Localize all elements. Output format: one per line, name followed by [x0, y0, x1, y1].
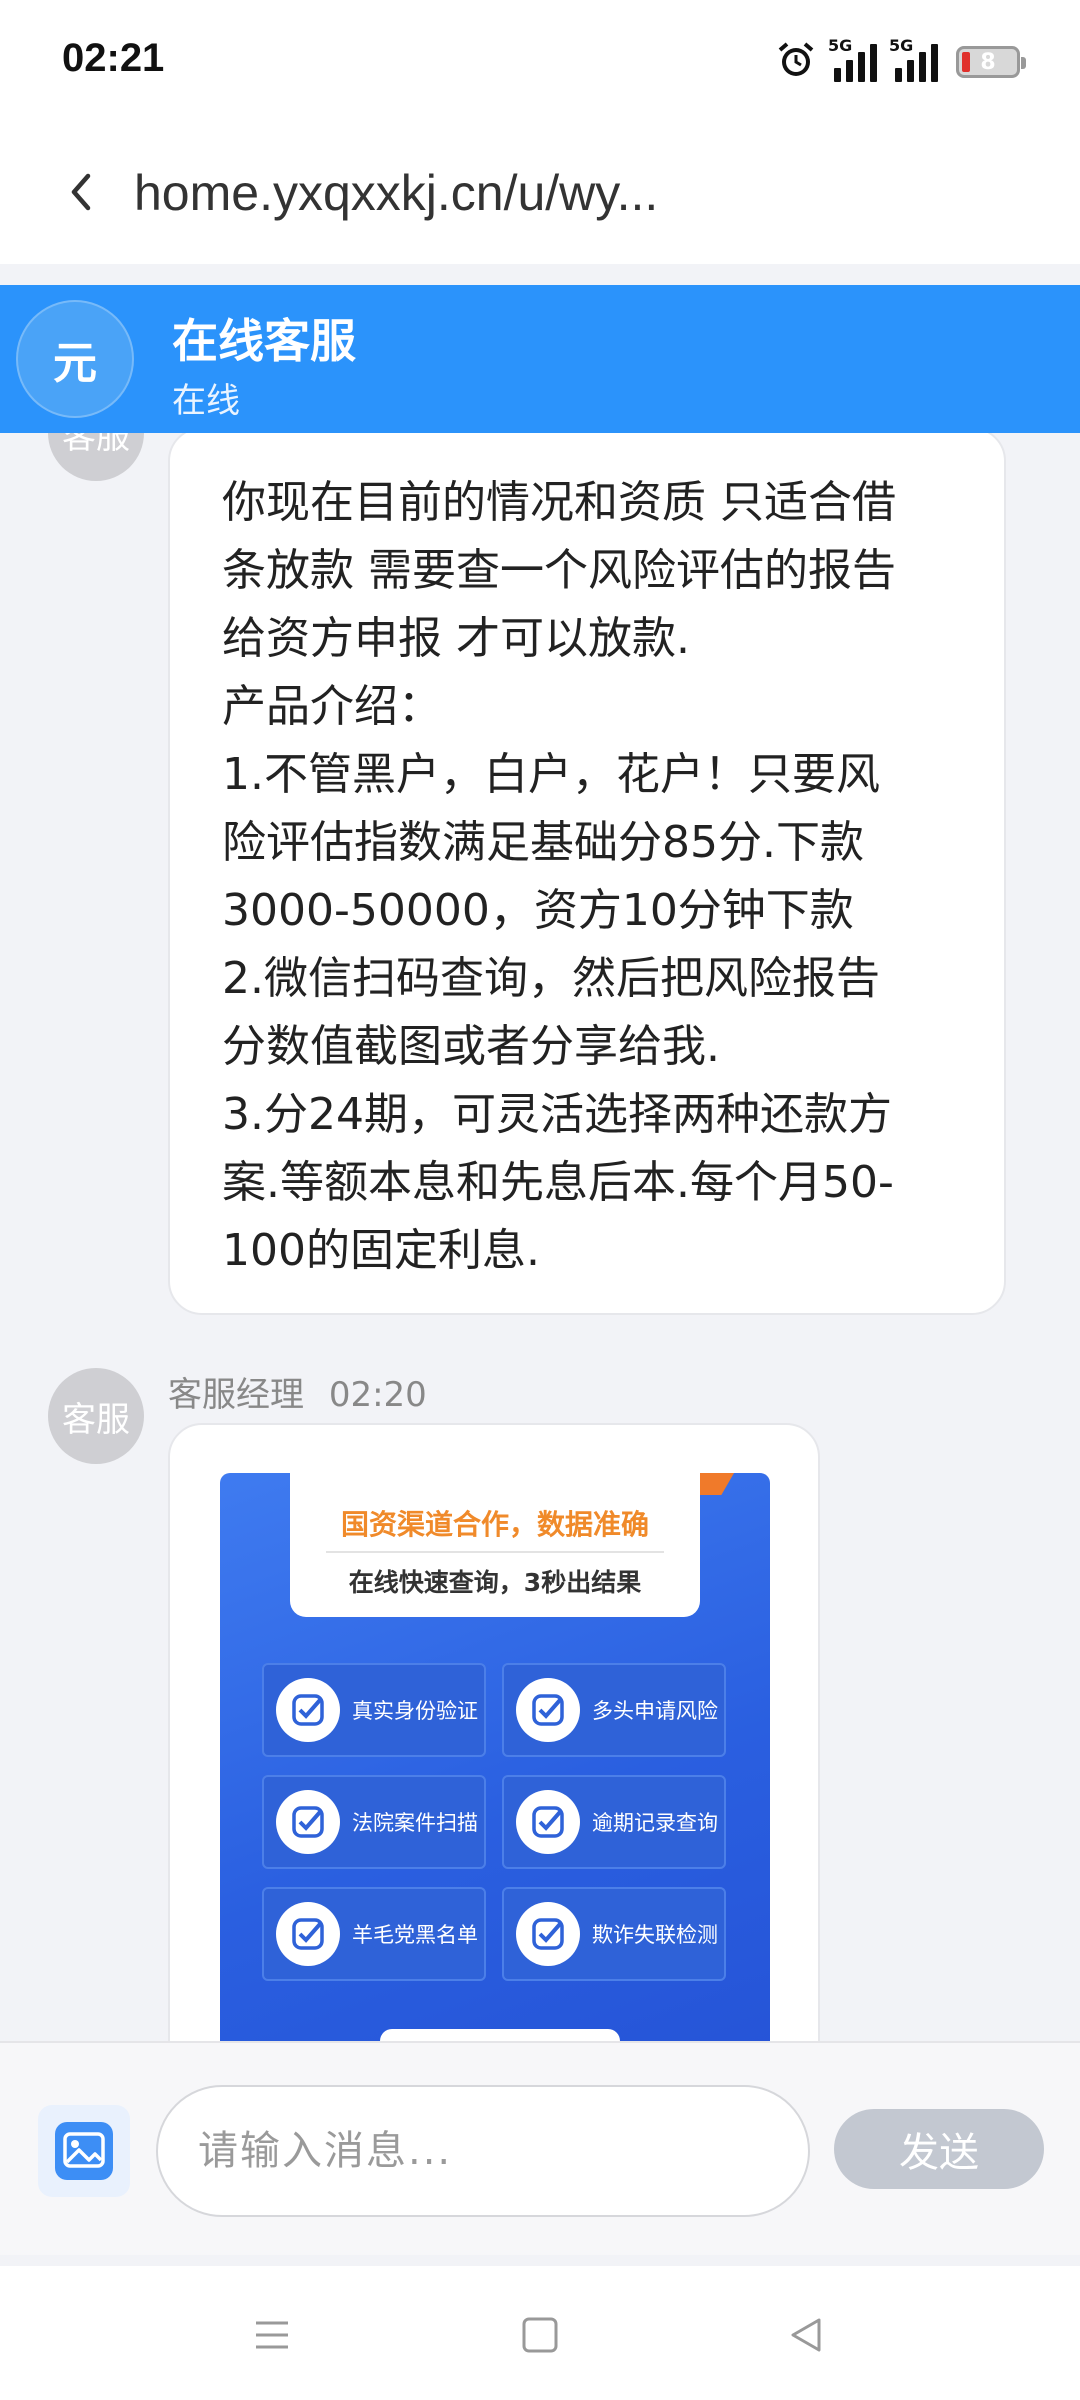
feature-label: 欺诈失联检测	[592, 1923, 718, 1947]
feature-item: 欺诈失联检测	[502, 1887, 726, 1981]
status-icons: 5G 5G 8	[776, 36, 1026, 86]
message-bubble: 你现在目前的情况和资质 只适合借 条放款 需要查一个风险评估的报告 给资方申报 …	[168, 433, 1006, 1315]
chat-title: 在线客服	[172, 314, 356, 368]
check-icon	[276, 1902, 340, 1966]
chevron-left-icon	[71, 173, 91, 211]
home-button[interactable]	[515, 2310, 565, 2360]
status-time: 02:21	[62, 36, 165, 80]
check-icon	[276, 1678, 340, 1742]
feature-label: 真实身份验证	[352, 1699, 478, 1723]
back-button[interactable]	[50, 160, 114, 224]
menu-button[interactable]	[247, 2310, 297, 2360]
sender-name: 客服经理	[168, 1375, 304, 1415]
system-nav-bar	[0, 2266, 1080, 2400]
signal-label: 5G	[828, 36, 853, 55]
feature-item: 逾期记录查询	[502, 1775, 726, 1869]
menu-icon	[256, 2321, 288, 2349]
check-icon	[516, 1902, 580, 1966]
signal-label: 5G	[889, 36, 914, 55]
status-bar: 02:21 5G 5G 8	[0, 0, 1080, 120]
chat-header: 元 在线客服 在线	[0, 285, 1080, 433]
message-text: 你现在目前的情况和资质 只适合借 条放款 需要查一个风险评估的报告 给资方申报 …	[222, 477, 896, 1276]
image-icon	[55, 2122, 113, 2180]
agent-avatar: 元	[16, 300, 134, 418]
feature-item: 真实身份验证	[262, 1663, 486, 1757]
browser-address-bar: home.yxqxxkj.cn/u/wy...	[0, 120, 1080, 264]
chat-area[interactable]: 客服 你现在目前的情况和资质 只适合借 条放款 需要查一个风险评估的报告 给资方…	[0, 433, 1080, 2041]
url-text[interactable]: home.yxqxxkj.cn/u/wy...	[134, 164, 658, 222]
check-icon	[516, 1790, 580, 1854]
message-time: 02:20	[328, 1375, 427, 1415]
promo-headline: 国资渠道合作，数据准确	[340, 1508, 649, 1541]
online-status: 在线	[172, 381, 240, 421]
feature-label: 逾期记录查询	[592, 1811, 718, 1835]
feature-label: 多头申请风险	[592, 1699, 718, 1723]
feature-item: 羊毛党黑名单	[262, 1887, 486, 1981]
battery-icon: 8	[956, 46, 1026, 78]
input-bar: 发送	[0, 2041, 1080, 2255]
system-back-button[interactable]	[782, 2310, 832, 2360]
signal-icon: 5G	[828, 36, 877, 82]
image-upload-button[interactable]	[38, 2105, 130, 2197]
check-icon	[276, 1790, 340, 1854]
signal-icon: 5G	[889, 36, 938, 82]
feature-label: 法院案件扫描	[352, 1811, 478, 1835]
promo-bottom-card	[380, 2029, 620, 2041]
feature-item: 法院案件扫描	[262, 1775, 486, 1869]
promo-card: 国资渠道合作，数据准确 在线快速查询，3秒出结果	[290, 1473, 700, 1617]
promo-subline: 在线快速查询，3秒出结果	[348, 1568, 642, 1597]
send-button[interactable]: 发送	[834, 2109, 1044, 2189]
message-meta: 客服经理 02:20	[168, 1367, 427, 1416]
image-message-bubble: 国资渠道合作，数据准确 在线快速查询，3秒出结果 真实身份验证 多头申请风险 法…	[168, 1423, 820, 2041]
avatar: 客服	[48, 1368, 144, 1464]
promo-image[interactable]: 国资渠道合作，数据准确 在线快速查询，3秒出结果 真实身份验证 多头申请风险 法…	[220, 1473, 770, 2041]
message-input[interactable]	[156, 2085, 810, 2217]
promo-divider	[326, 1551, 664, 1553]
battery-level: 8	[980, 49, 996, 75]
check-icon	[516, 1678, 580, 1742]
back-triangle-icon	[791, 2318, 821, 2352]
home-square-icon	[522, 2317, 558, 2353]
avatar: 客服	[48, 433, 144, 481]
feature-item: 多头申请风险	[502, 1663, 726, 1757]
feature-label: 羊毛党黑名单	[352, 1923, 478, 1947]
alarm-icon	[776, 40, 816, 84]
